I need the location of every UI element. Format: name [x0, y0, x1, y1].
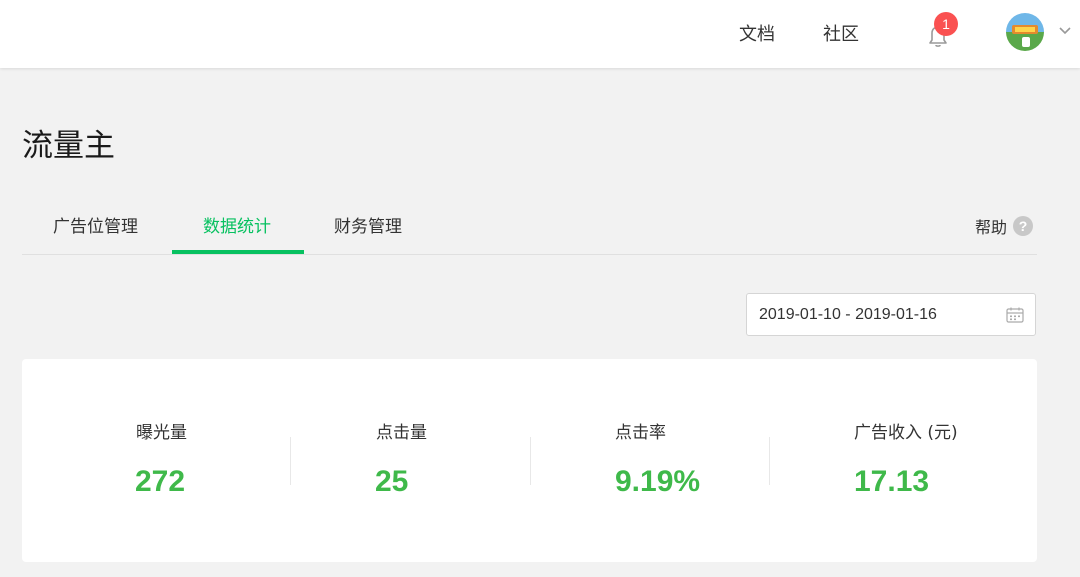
- notification-badge: 1: [934, 12, 958, 36]
- stat-value: 17.13: [854, 465, 930, 498]
- tab-finance-management[interactable]: 财务管理: [334, 212, 402, 237]
- stat-value: 25: [375, 465, 409, 498]
- date-range-value: 2019-01-10 - 2019-01-16: [759, 306, 937, 323]
- tab-ad-management[interactable]: 广告位管理: [53, 212, 138, 237]
- stat-value: 9.19%: [615, 465, 701, 498]
- stats-card: 曝光量 272 点击量 25 点击率 9.19% 广告收入 (元) 17.13: [22, 359, 1037, 562]
- help-label: 帮助: [974, 218, 1007, 237]
- nav-docs-link[interactable]: 文档: [739, 20, 775, 46]
- tab-data-statistics[interactable]: 数据统计: [203, 212, 271, 237]
- nav-community-link[interactable]: 社区: [823, 20, 859, 46]
- stat-impressions: 曝光量 272: [22, 359, 262, 562]
- question-mark-icon: ?: [1013, 216, 1033, 236]
- stat-label: 点击率: [615, 423, 666, 443]
- stat-label: 广告收入 (元): [854, 423, 958, 443]
- active-tab-indicator: [172, 250, 304, 254]
- avatar-image: [1006, 13, 1044, 51]
- tab-bar: 广告位管理 数据统计 财务管理 帮助 ?: [22, 200, 1037, 255]
- page-title: 流量主: [22, 128, 115, 164]
- stat-ad-revenue: 广告收入 (元) 17.13: [742, 359, 982, 562]
- stat-click-rate: 点击率 9.19%: [502, 359, 742, 562]
- top-bar: 文档 社区 1: [0, 0, 1080, 68]
- chevron-down-icon[interactable]: [1058, 26, 1072, 36]
- stat-clicks: 点击量 25: [262, 359, 502, 562]
- avatar[interactable]: [1006, 13, 1044, 51]
- date-range-picker[interactable]: 2019-01-10 - 2019-01-16: [746, 293, 1036, 336]
- calendar-icon: [1006, 307, 1024, 323]
- stat-value: 272: [135, 465, 186, 498]
- help-link[interactable]: 帮助 ?: [975, 214, 1033, 238]
- stat-label: 点击量: [376, 423, 427, 443]
- stat-label: 曝光量: [136, 423, 187, 443]
